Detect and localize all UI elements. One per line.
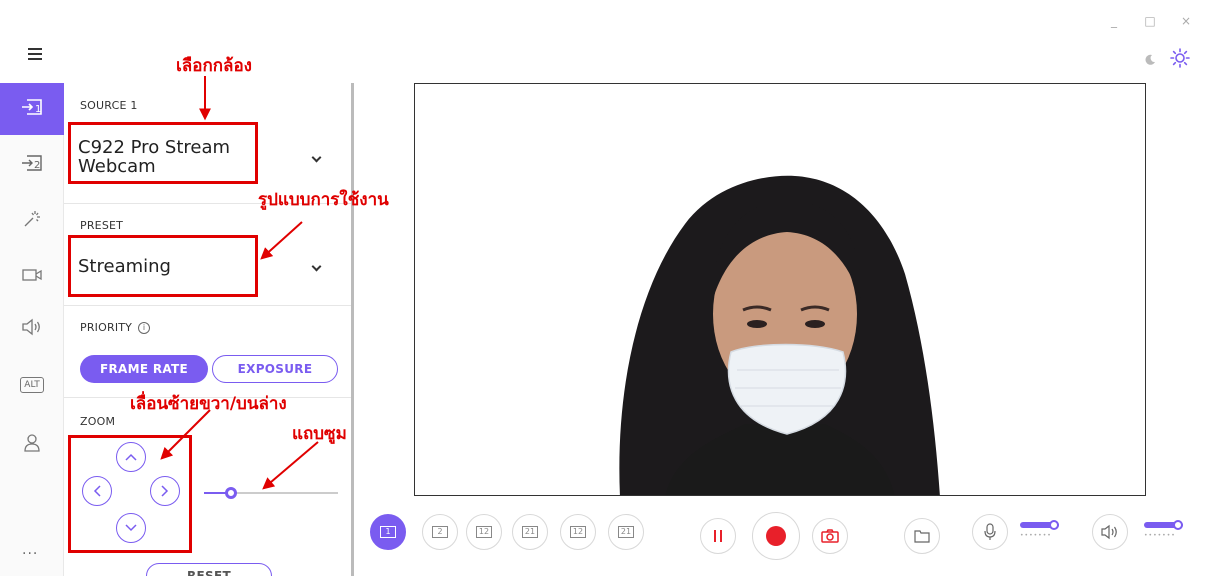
speaker-volume-slider[interactable]: •••••••: [1144, 520, 1190, 539]
layout-1-button[interactable]: 1: [370, 514, 406, 550]
folder-icon: [914, 530, 930, 543]
webcam-person-image: [619, 175, 940, 495]
open-folder-button[interactable]: [904, 518, 940, 554]
speaker-volume-bar: [1144, 520, 1184, 530]
layout-split-21-button[interactable]: 21: [608, 514, 644, 550]
layout-pip-12-icon: 12: [476, 526, 492, 538]
mic-volume-slider[interactable]: •••••••: [1020, 520, 1066, 539]
layout-pip-21-button[interactable]: 21: [512, 514, 548, 550]
layout-split-12-button[interactable]: 12: [560, 514, 596, 550]
layout-split-12-icon: 12: [570, 526, 586, 538]
record-button[interactable]: [752, 512, 800, 560]
speaker-icon: [1101, 524, 1117, 540]
layout-2-button[interactable]: 2: [422, 514, 458, 550]
layout-pip-21-icon: 21: [522, 526, 538, 538]
mic-level-meter: •••••••: [1020, 532, 1052, 539]
speaker-button[interactable]: [1092, 514, 1128, 550]
layout-split-21-icon: 21: [618, 526, 634, 538]
pause-button[interactable]: [700, 518, 736, 554]
microphone-button[interactable]: [972, 514, 1008, 550]
speaker-volume-knob[interactable]: [1173, 520, 1184, 530]
layout-pip-12-button[interactable]: 12: [466, 514, 502, 550]
snapshot-button[interactable]: [812, 518, 848, 554]
record-icon: [766, 526, 786, 546]
app-window: _ □ × 1 2 ALT ... SOURCE 1 C922 Pro Stre…: [0, 0, 1206, 576]
layout-2-icon: 2: [432, 526, 448, 538]
mic-volume-bar: [1020, 520, 1060, 530]
microphone-icon: [984, 523, 996, 540]
pause-icon: [714, 530, 722, 542]
mic-volume-knob[interactable]: [1049, 520, 1060, 530]
layout-1-icon: 1: [380, 526, 396, 538]
camera-preview: [414, 83, 1146, 496]
camera-snapshot-icon: [821, 529, 839, 543]
speaker-level-meter: •••••••: [1144, 532, 1176, 539]
